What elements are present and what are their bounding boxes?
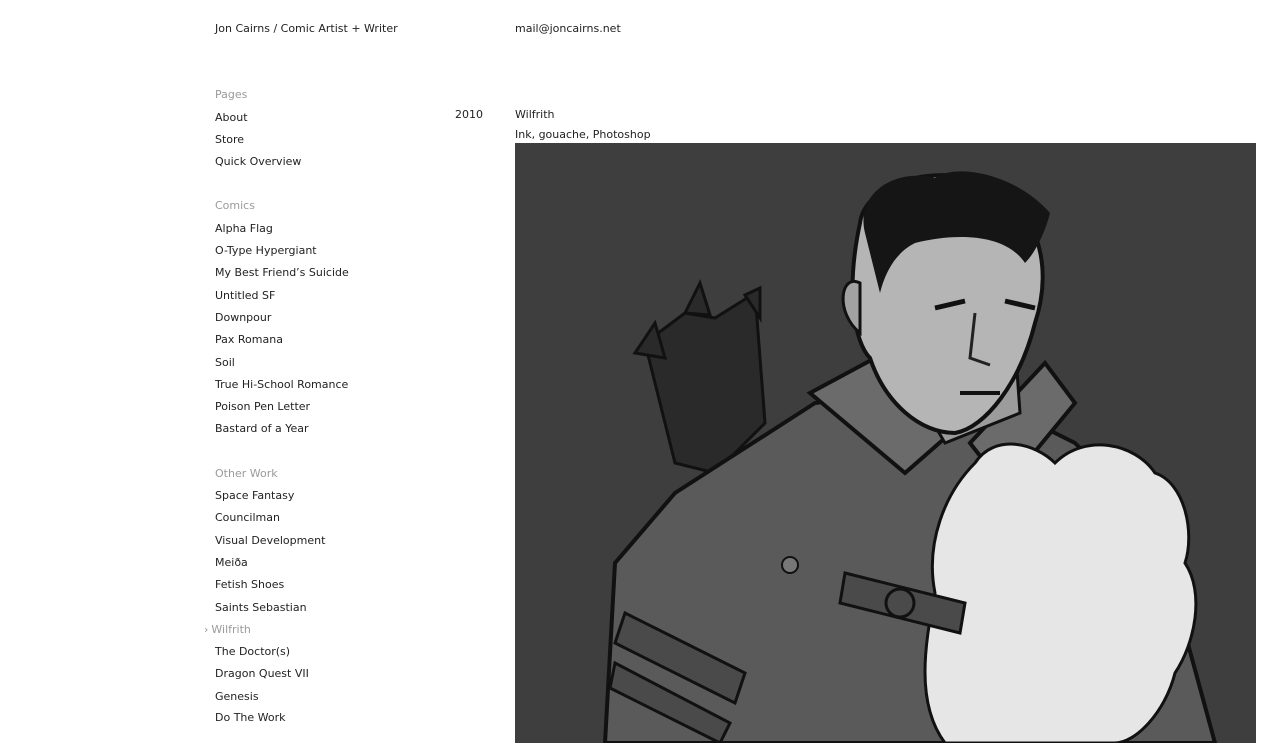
artwork-illustration-icon <box>515 143 1256 743</box>
nav-link-councilman[interactable]: Councilman <box>215 511 280 525</box>
nav-link-do-the-work[interactable]: Do The Work <box>215 711 286 725</box>
nav-link-wilfrith-current[interactable]: Wilfrith <box>204 623 250 637</box>
nav-link-pax-romana[interactable]: Pax Romana <box>215 333 283 347</box>
nav-heading-pages: Pages <box>215 88 248 101</box>
nav-link-alpha-flag[interactable]: Alpha Flag <box>215 222 273 236</box>
nav-link-downpour[interactable]: Downpour <box>215 311 271 325</box>
nav-link-store[interactable]: Store <box>215 133 244 147</box>
nav-link-meida[interactable]: Meiða <box>215 556 248 570</box>
work-title: Wilfrith <box>515 108 555 121</box>
nav-link-bastard-of-a-year[interactable]: Bastard of a Year <box>215 422 309 436</box>
nav-link-soil[interactable]: Soil <box>215 356 235 370</box>
nav-link-my-best-friends-suicide[interactable]: My Best Friend’s Suicide <box>215 266 349 280</box>
contact-email-link[interactable]: mail@joncairns.net <box>515 22 621 36</box>
nav-link-saints-sebastian[interactable]: Saints Sebastian <box>215 601 307 615</box>
nav-link-poison-pen-letter[interactable]: Poison Pen Letter <box>215 400 310 414</box>
nav-link-fetish-shoes[interactable]: Fetish Shoes <box>215 578 284 592</box>
nav-link-true-hi-school-romance[interactable]: True Hi-School Romance <box>215 378 348 392</box>
nav-link-genesis[interactable]: Genesis <box>215 690 259 704</box>
nav-heading-other-work: Other Work <box>215 467 278 480</box>
nav-link-space-fantasy[interactable]: Space Fantasy <box>215 489 294 503</box>
work-year: 2010 <box>455 108 483 121</box>
nav-heading-comics: Comics <box>215 199 255 212</box>
nav-link-dragon-quest-vii[interactable]: Dragon Quest VII <box>215 667 309 681</box>
work-medium: Ink, gouache, Photoshop <box>515 128 651 141</box>
nav-link-untitled-sf[interactable]: Untitled SF <box>215 289 275 303</box>
nav-link-visual-development[interactable]: Visual Development <box>215 534 325 548</box>
nav-link-o-type-hypergiant[interactable]: O-Type Hypergiant <box>215 244 317 258</box>
nav-link-quick-overview[interactable]: Quick Overview <box>215 155 301 169</box>
nav-link-about[interactable]: About <box>215 111 248 125</box>
nav-link-the-doctors[interactable]: The Doctor(s) <box>215 645 290 659</box>
artwork-image <box>515 143 1256 743</box>
site-title[interactable]: Jon Cairns / Comic Artist + Writer <box>215 22 398 36</box>
